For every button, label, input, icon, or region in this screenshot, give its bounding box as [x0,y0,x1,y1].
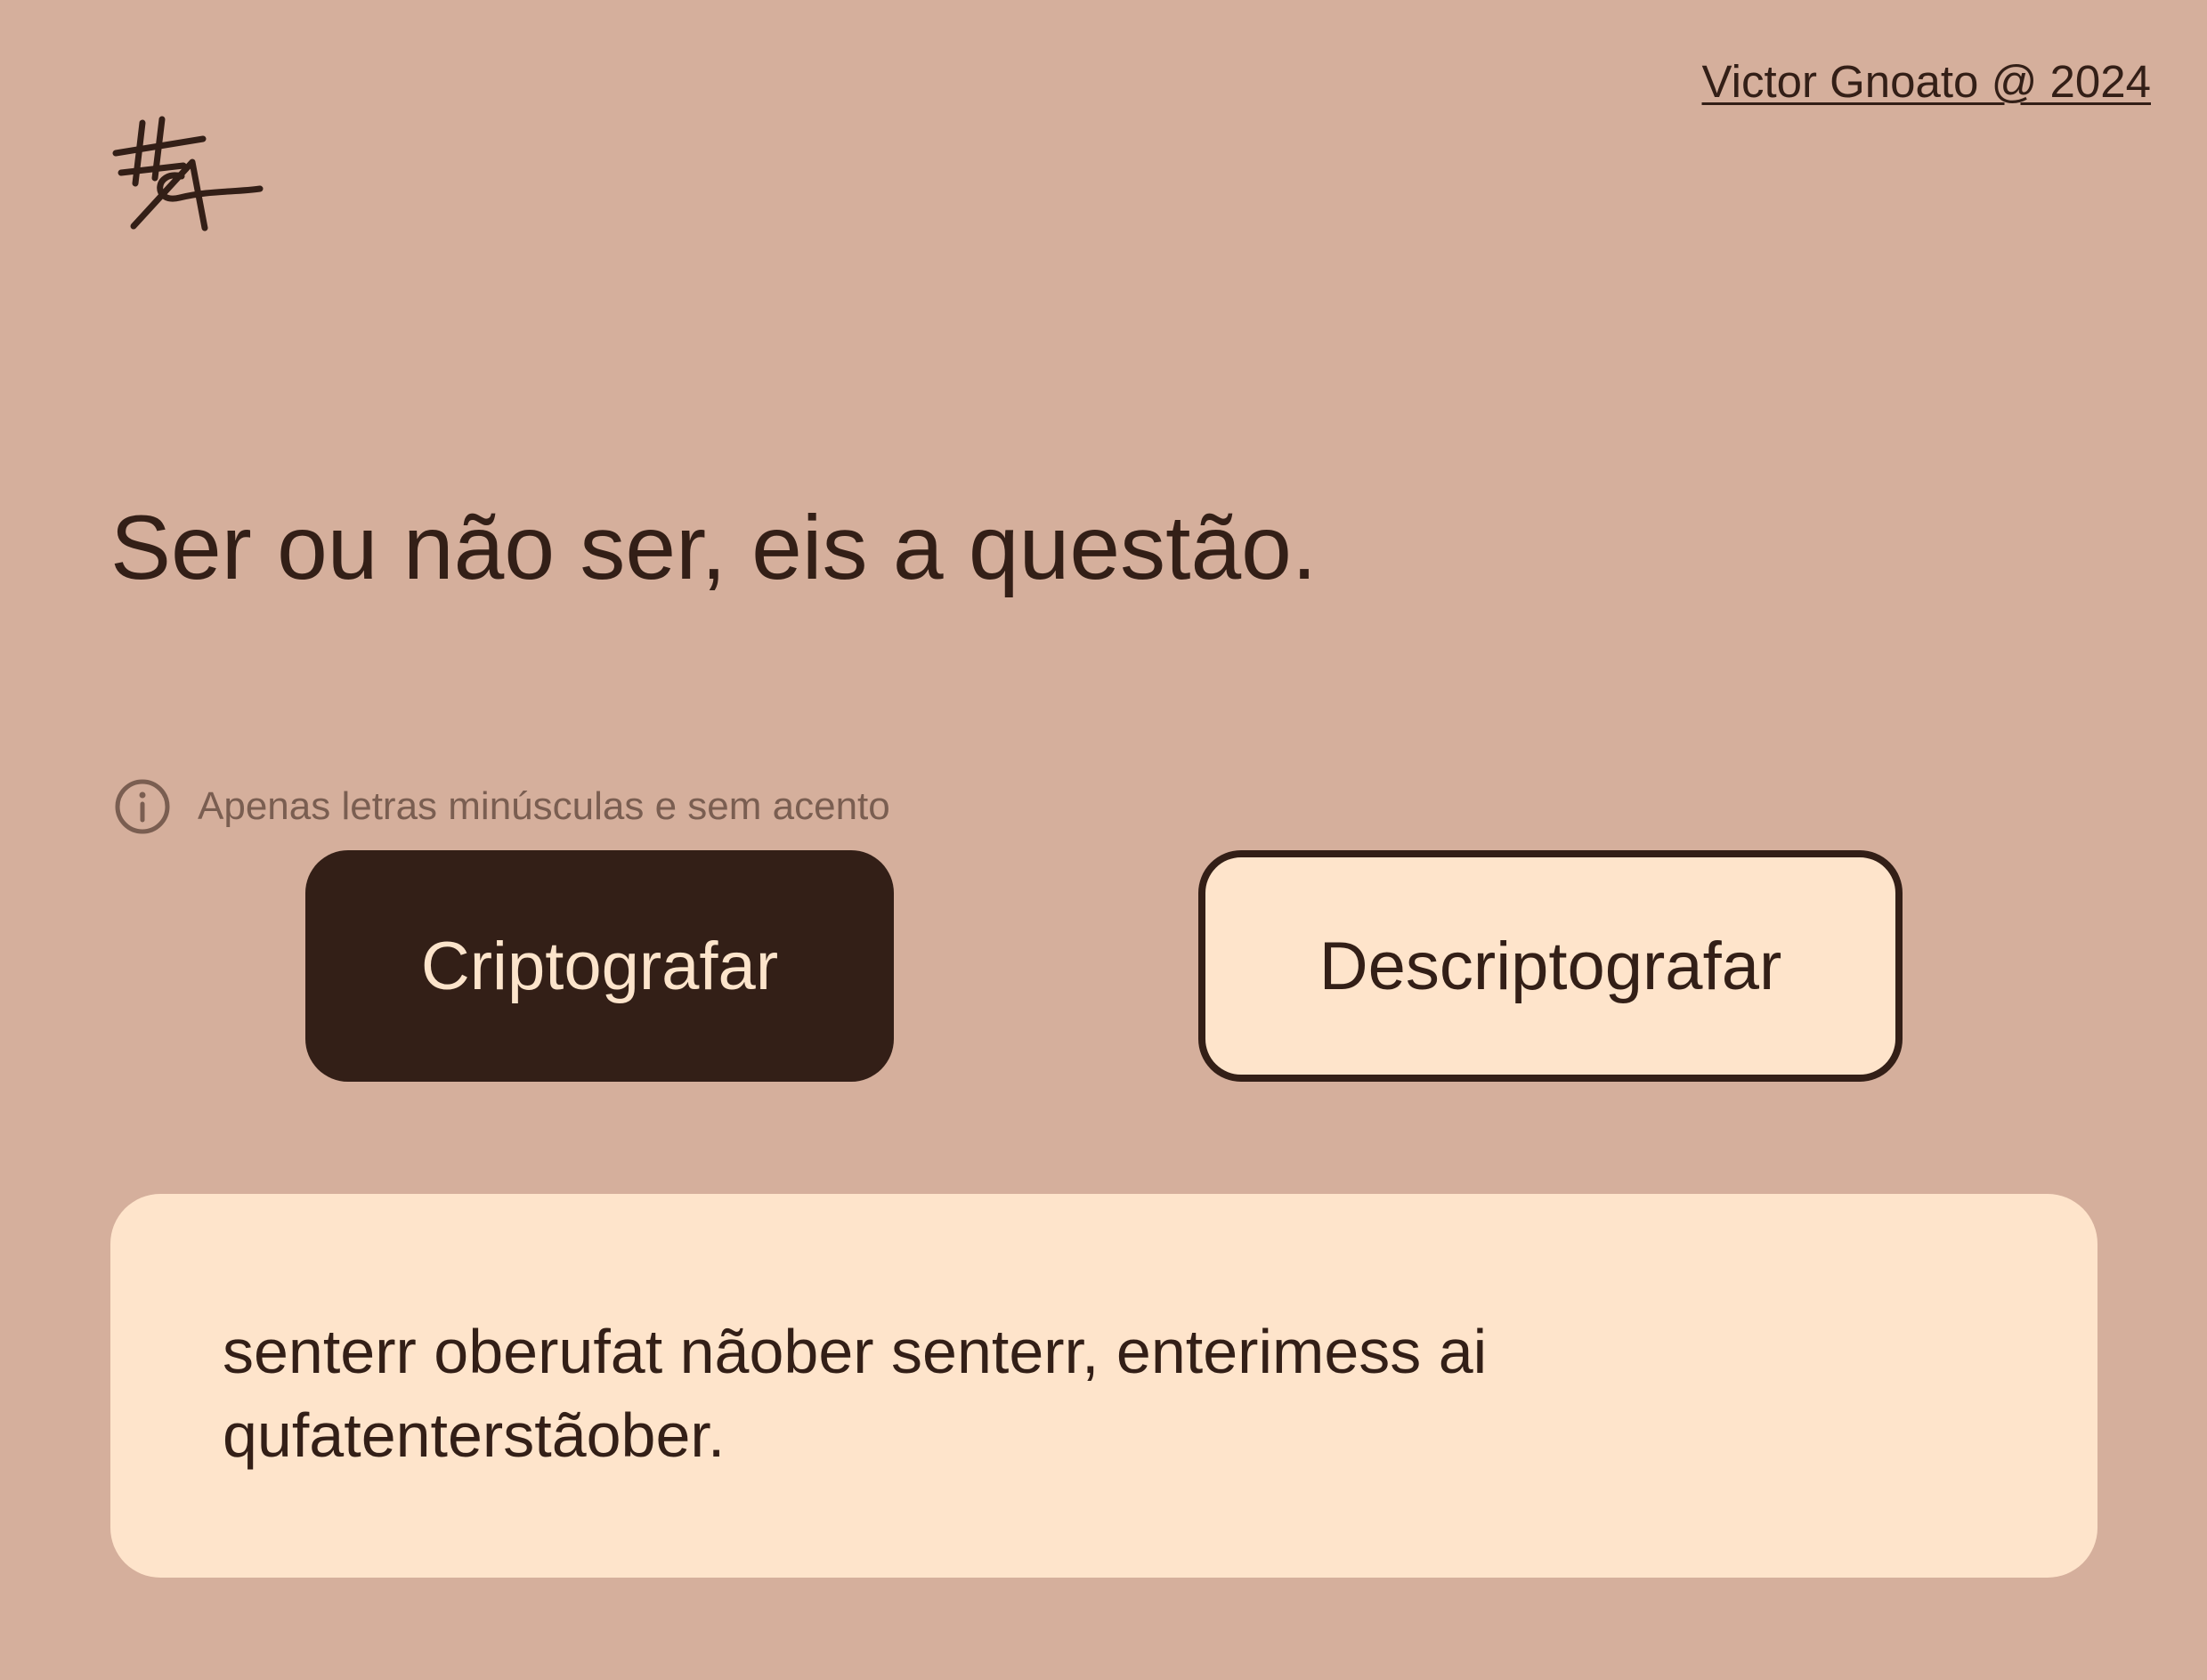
output-panel: senterr oberufat nãober senterr, enterim… [110,1194,2097,1578]
input-hint: Apenas letras minúsculas e sem acento [114,776,890,837]
output-text: senterr oberufat nãober senterr, enterim… [223,1317,1488,1470]
logo-icon [110,112,269,239]
message-input[interactable]: Ser ou não ser, eis a questão. [110,485,2069,619]
info-icon [115,779,170,834]
decrypt-button[interactable]: Descriptografar [1198,850,1903,1082]
hint-text: Apenas letras minúsculas e sem acento [198,784,890,828]
author-link[interactable]: Victor Gnoato @ 2024 [1702,55,2151,108]
encrypt-button[interactable]: Criptografar [305,850,894,1082]
